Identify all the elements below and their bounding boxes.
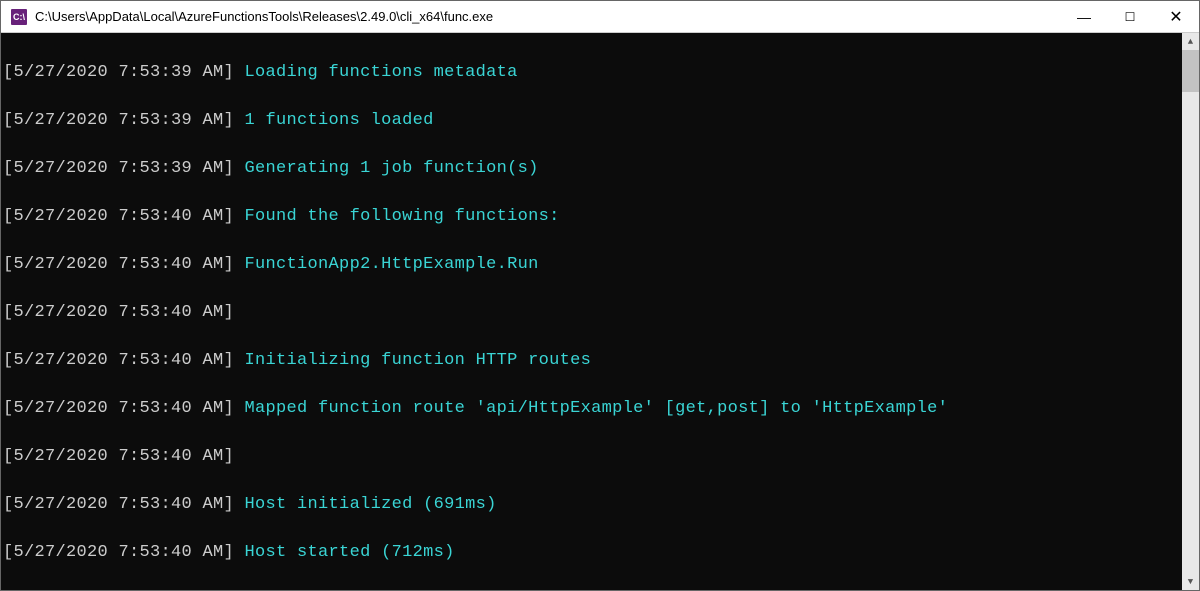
timestamp: [5/27/2020 7:53:40 AM] [3, 447, 245, 466]
timestamp: [5/27/2020 7:53:39 AM] [3, 63, 245, 82]
close-button[interactable]: ✕ [1153, 1, 1199, 32]
timestamp: [5/27/2020 7:53:40 AM] [3, 495, 245, 514]
log-line: Mapped function route 'api/HttpExample' … [245, 399, 949, 418]
timestamp: [5/27/2020 7:53:39 AM] [3, 159, 245, 178]
window-titlebar: C:\ C:\Users\AppData\Local\AzureFunction… [1, 1, 1199, 33]
console-output[interactable]: [5/27/2020 7:53:39 AM] Loading functions… [1, 33, 1182, 590]
timestamp: [5/27/2020 7:53:40 AM] [3, 255, 245, 274]
timestamp: [5/27/2020 7:53:40 AM] [3, 303, 245, 322]
timestamp: [5/27/2020 7:53:40 AM] [3, 543, 245, 562]
window-controls: — ☐ ✕ [1061, 1, 1199, 32]
scroll-up-icon[interactable]: ▲ [1182, 33, 1199, 50]
vertical-scrollbar[interactable]: ▲ ▼ [1182, 33, 1199, 590]
log-line: Host initialized (691ms) [245, 495, 497, 514]
console-area: [5/27/2020 7:53:39 AM] Loading functions… [1, 33, 1199, 590]
timestamp: [5/27/2020 7:53:40 AM] [3, 399, 245, 418]
log-line: FunctionApp2.HttpExample.Run [245, 255, 539, 274]
timestamp: [5/27/2020 7:53:40 AM] [3, 351, 245, 370]
timestamp: [5/27/2020 7:53:39 AM] [3, 111, 245, 130]
scroll-down-icon[interactable]: ▼ [1182, 573, 1199, 590]
timestamp: [5/27/2020 7:53:40 AM] [3, 207, 245, 226]
log-line: 1 functions loaded [245, 111, 434, 130]
minimize-button[interactable]: — [1061, 1, 1107, 32]
app-icon: C:\ [11, 9, 27, 25]
maximize-button[interactable]: ☐ [1107, 1, 1153, 32]
scroll-thumb[interactable] [1182, 50, 1199, 92]
log-line: Host started (712ms) [245, 543, 455, 562]
log-line: Found the following functions: [245, 207, 560, 226]
log-line: Loading functions metadata [245, 63, 518, 82]
log-line: Initializing function HTTP routes [245, 351, 592, 370]
log-line: Generating 1 job function(s) [245, 159, 539, 178]
window-title: C:\Users\AppData\Local\AzureFunctionsToo… [35, 9, 1061, 24]
